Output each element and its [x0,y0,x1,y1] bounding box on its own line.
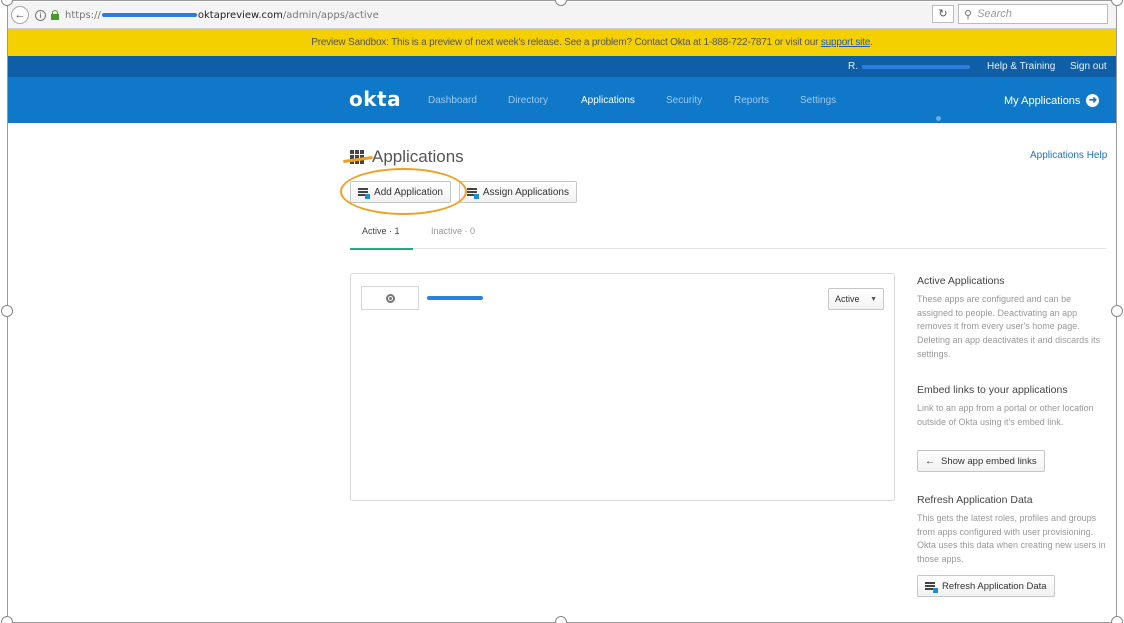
refresh-data-text: This gets the latest roles, profiles and… [917,513,1106,565]
reload-icon[interactable]: ↻ [932,5,954,23]
tab-inactive[interactable]: Inactive · 0 [431,226,475,249]
frame-handle [1,305,13,317]
support-site-link[interactable]: support site [821,37,870,48]
app-status-value: Active [835,294,860,304]
banner-message: Preview Sandbox: This is a preview of ne… [311,37,819,48]
embed-links-info: Embed links to your applications Link to… [917,384,1107,429]
refresh-application-data-button[interactable]: Refresh Application Data [917,575,1055,597]
browser-search-input[interactable]: ⚲ Search [958,4,1108,24]
app-list-panel: Active ▼ [350,273,895,501]
refresh-application-data-label: Refresh Application Data [942,580,1047,592]
grid-icon [350,150,366,164]
okta-logo[interactable]: okta [349,87,401,111]
tab-active[interactable]: Active · 1 [350,226,412,250]
refresh-data-info: Refresh Application Data This gets the l… [917,494,1107,567]
nav-dashboard[interactable]: Dashboard [428,95,477,106]
arrow-right-circle-icon: ➜ [1086,94,1100,107]
nav-applications[interactable]: Applications [581,95,635,106]
arrow-left-icon: ← [925,455,935,467]
app-logo[interactable] [361,286,419,310]
info-icon[interactable]: i [35,9,46,21]
app-status-dropdown[interactable]: Active ▼ [828,288,884,310]
redacted-username [862,64,970,69]
my-applications-link[interactable]: My Applications ➜ [1004,94,1100,107]
page-title: Applications [350,147,464,167]
nav-reports[interactable]: Reports [734,95,769,106]
banner-suffix: . [870,37,873,48]
nav-security[interactable]: Security [666,95,702,106]
active-apps-heading: Active Applications [917,275,1005,287]
help-training-link[interactable]: Help & Training [987,61,1055,72]
nav-directory[interactable]: Directory [508,95,548,106]
redacted-app-name[interactable] [427,296,483,300]
applications-help-link[interactable]: Applications Help [1030,150,1107,161]
back-arrow-icon[interactable]: ← [11,6,29,24]
address-bar[interactable]: https:// oktapreview.com/admin/apps/activ… [65,10,379,21]
refresh-data-heading: Refresh Application Data [917,494,1033,506]
url-host: oktapreview.com [197,9,283,21]
url-path: /admin/apps/active [282,9,379,21]
show-embed-links-button[interactable]: ← Show app embed links [917,450,1045,472]
active-apps-info: Active Applications These apps are confi… [917,275,1107,362]
target-icon [385,293,395,303]
user-name[interactable]: R. [848,61,970,72]
caret-down-icon: ▼ [870,295,877,303]
nav-indicator [936,116,941,121]
frame-handle [555,616,567,623]
redacted-subdomain [101,12,197,17]
frame-handle [1,616,13,623]
user-initial: R. [848,61,858,72]
add-application-label: Add Application [374,186,443,198]
add-application-button[interactable]: Add Application [350,181,451,203]
nav-settings[interactable]: Settings [800,95,836,106]
lock-icon [51,10,59,20]
page-title-text: Applications [372,147,464,166]
list-item[interactable] [361,286,483,310]
search-icon: ⚲ [964,8,973,21]
assign-applications-button[interactable]: Assign Applications [459,181,577,203]
status-tabs: Active · 1 Inactive · 0 [350,222,1106,250]
main-nav: okta Dashboard Directory Applications Se… [8,77,1116,123]
active-apps-text: These apps are configured and can be ass… [917,294,1101,359]
sign-out-link[interactable]: Sign out [1070,61,1107,72]
user-strip: R. Help & Training Sign out [8,56,1116,77]
frame-handle [1111,305,1123,317]
embed-links-heading: Embed links to your applications [917,384,1068,396]
url-prefix: https:// [65,9,101,21]
show-embed-links-label: Show app embed links [941,455,1037,467]
search-placeholder: Search [977,8,1012,20]
embed-links-text: Link to an app from a portal or other lo… [917,403,1094,427]
app-assign-icon [467,187,479,199]
preview-banner: Preview Sandbox: This is a preview of ne… [8,29,1116,56]
my-applications-label: My Applications [1004,94,1081,107]
frame-handle [1111,616,1123,623]
banner-text: Preview Sandbox: This is a preview of ne… [311,37,873,48]
assign-applications-label: Assign Applications [482,186,569,198]
app-add-icon [358,187,371,199]
refresh-app-icon [925,581,938,593]
